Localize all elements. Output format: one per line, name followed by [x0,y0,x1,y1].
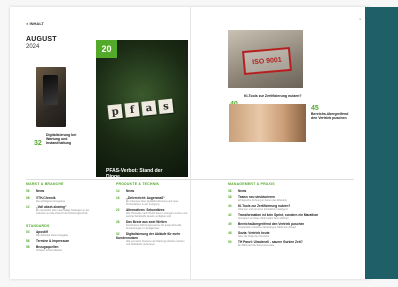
toc-title: News [126,189,135,193]
toc-item[interactable]: 14 News [116,189,188,193]
toc-num: 40 [228,204,232,208]
toc-num: 22 [116,208,120,212]
toc-sub: Wie Hersteller nach PFAS-freien Lösungen… [126,212,188,218]
toc-num: 14 [116,189,120,193]
toc-item[interactable]: 58 Bezugsquellen Anbieter & Dienstleister [26,245,96,252]
toc-item[interactable]: 38 Teams neu strukturieren Erfolgreiche F… [228,195,358,202]
toc-num: 26 [116,220,120,224]
toc-sub: Kombinierte Dichtungssysteme für anspruc… [126,224,182,230]
toc-num: 12 [26,205,30,209]
feature-hands[interactable]: 45 Bereichs-übergreifend den Vertrieb pu… [311,105,356,120]
toc-sub: Wie vernetzte Systeme die Wartung planba… [126,240,185,246]
toc-sub: Ein Gespräch über nachhaltige Strategien… [36,209,90,215]
toc-item[interactable]: 32 Digitalisierung der Abläufe für mehr K… [116,232,188,246]
toc-num: 16 [116,196,120,200]
toc-item[interactable]: 22 Alternativen: Sekundäres Wie Herstelle… [116,208,188,218]
toc-head: MANAGEMENT & PRAXIS [228,182,275,186]
toc-sub: Kooperation zwischen Abteilungen stärkt … [238,226,297,229]
iso-stamp: ISO 9001 [242,46,292,76]
toc-sub: Ein Interview über Qualitätssicherung un… [126,200,179,206]
toc-item[interactable]: 36 News [228,189,358,193]
feature-iso-title: KI-Tools zur Zertifizierung nutzen? [244,94,302,98]
toc-col-markt: MARKT & BRANCHE 06 News 08 VTH-Chronik Die… [26,182,96,252]
toc-num: 06 [26,189,30,193]
toc-num: 03 [26,230,30,234]
toc-item[interactable]: 56 Termine & Impressum [26,239,96,243]
toc-item[interactable]: 08 VTH-Chronik Die wichtigsten Ereignisse [26,196,96,203]
toc-sub: Ausdauer und klare Ziele helfen beim Wan… [238,217,289,220]
toc-num: 08 [26,196,30,200]
magazine-spread: ● INHALT AUGUST 2024 32 Digitalisierung … [10,7,370,279]
toc-item[interactable]: 06 News [26,189,96,193]
feature-hands-num: 45 [311,105,319,112]
toc-num: 56 [26,239,30,243]
toc-col-management: MANAGEMENT & PRAXIS 36 News 38 Teams neu s… [228,182,358,247]
toc-col-produkte: PRODUKTE & TECHNIK 14 News 16 „Zielerreich… [116,182,188,246]
toc-head: MARKT & BRANCHE [26,182,64,186]
toc-item[interactable]: 40 KI-Tools zur Zertifizierung nutzen? Ch… [228,204,358,211]
section-label-text: INHALT [29,21,44,26]
toc-num: 50 [228,240,232,244]
toc-num: 38 [228,195,232,199]
toc-item[interactable]: 12 „Voll abset-sharing“ Ein Gespräch über… [26,205,96,215]
toc-head: STANDARDS [26,224,50,228]
toc-num: 36 [228,189,232,193]
issue-month: AUGUST [26,36,57,43]
toc-item[interactable]: 48 Sozia: Vertrieb heute Über die Rolle d… [228,231,358,238]
phone-image[interactable] [36,67,66,127]
toc-item[interactable]: 42 Transformation ist kein Sprint, sonder… [228,213,358,220]
left-page: ● INHALT AUGUST 2024 32 Digitalisierung … [10,7,354,279]
toc-sub: Chancen und Grenzen künstlicher Intellig… [238,208,288,211]
cover-image[interactable]: 20 p f a s PFAS-Verbot: Stand der Dinge [96,40,188,177]
toc-sub: Anbieter & Dienstleister [36,249,63,252]
pfas-block: a [141,100,157,116]
cover-title: PFAS-Verbot: Stand der Dinge [106,168,163,177]
toc-sub: Über die Rolle des Vertriebs [238,235,270,238]
toc-item[interactable]: 03 Apostilf Das Editorial dieser Ausgabe [26,230,96,237]
cover-num: 20 [96,40,117,58]
toc-item[interactable]: 50 TH Panel: Ulradenell - sauere Gurken Z… [228,240,358,247]
issue-year: 2024 [26,44,40,50]
feature-hands-title: Bereichs-übergreifend den Vertrieb pusch… [311,112,349,120]
section-label: ● INHALT [26,21,44,26]
phone-screen [43,75,58,105]
toc-item[interactable]: 45 Bereichsübergreifend den Vertrieb pusc… [228,222,358,229]
toc-item[interactable]: 16 „Zielerreicht: Augenmaß“ Ein Interview… [116,196,188,206]
teal-side-strip [365,7,398,279]
feature-left-num: 32 [34,140,42,147]
toc-head: PRODUKTE & TECHNIK [116,182,160,186]
toc-title: Termine & Impressum [36,239,70,243]
page-mark: ● [359,17,361,21]
toc-num: 42 [228,213,232,217]
feature-left[interactable]: 32 Digitalisierung bei Wartung und Insta… [34,132,94,150]
iso-image[interactable]: ISO 9001 [228,30,303,88]
hands-image[interactable] [229,104,306,142]
toc-sub: Die wichtigsten Ereignisse [36,200,66,203]
toc-sub: Das Editorial dieser Ausgabe [36,234,69,237]
toc-num: 45 [228,222,232,226]
pfas-block: s [158,98,174,115]
feature-left-title: Digitalisierung bei Wartung und Instandh… [46,133,77,145]
toc-title: News [238,189,247,193]
toc-sub: Ein Blick auf die Sommermonate [238,244,275,247]
toc-num: 48 [228,231,232,235]
toc-title: Digitalisierung der Abläufe für mehr Kun… [116,232,181,240]
pfas-blocks: p f a s [107,98,174,120]
toc-sub: Erfolgreiche Führung in Zeiten des Wande… [238,199,287,202]
pfas-block: p [107,103,123,120]
toc-title: News [36,189,45,193]
toc-item[interactable]: 26 Das Beste aus zwei Welten Kombinierte … [116,220,188,230]
toc-num: 58 [26,245,30,249]
pfas-block: f [124,102,140,118]
